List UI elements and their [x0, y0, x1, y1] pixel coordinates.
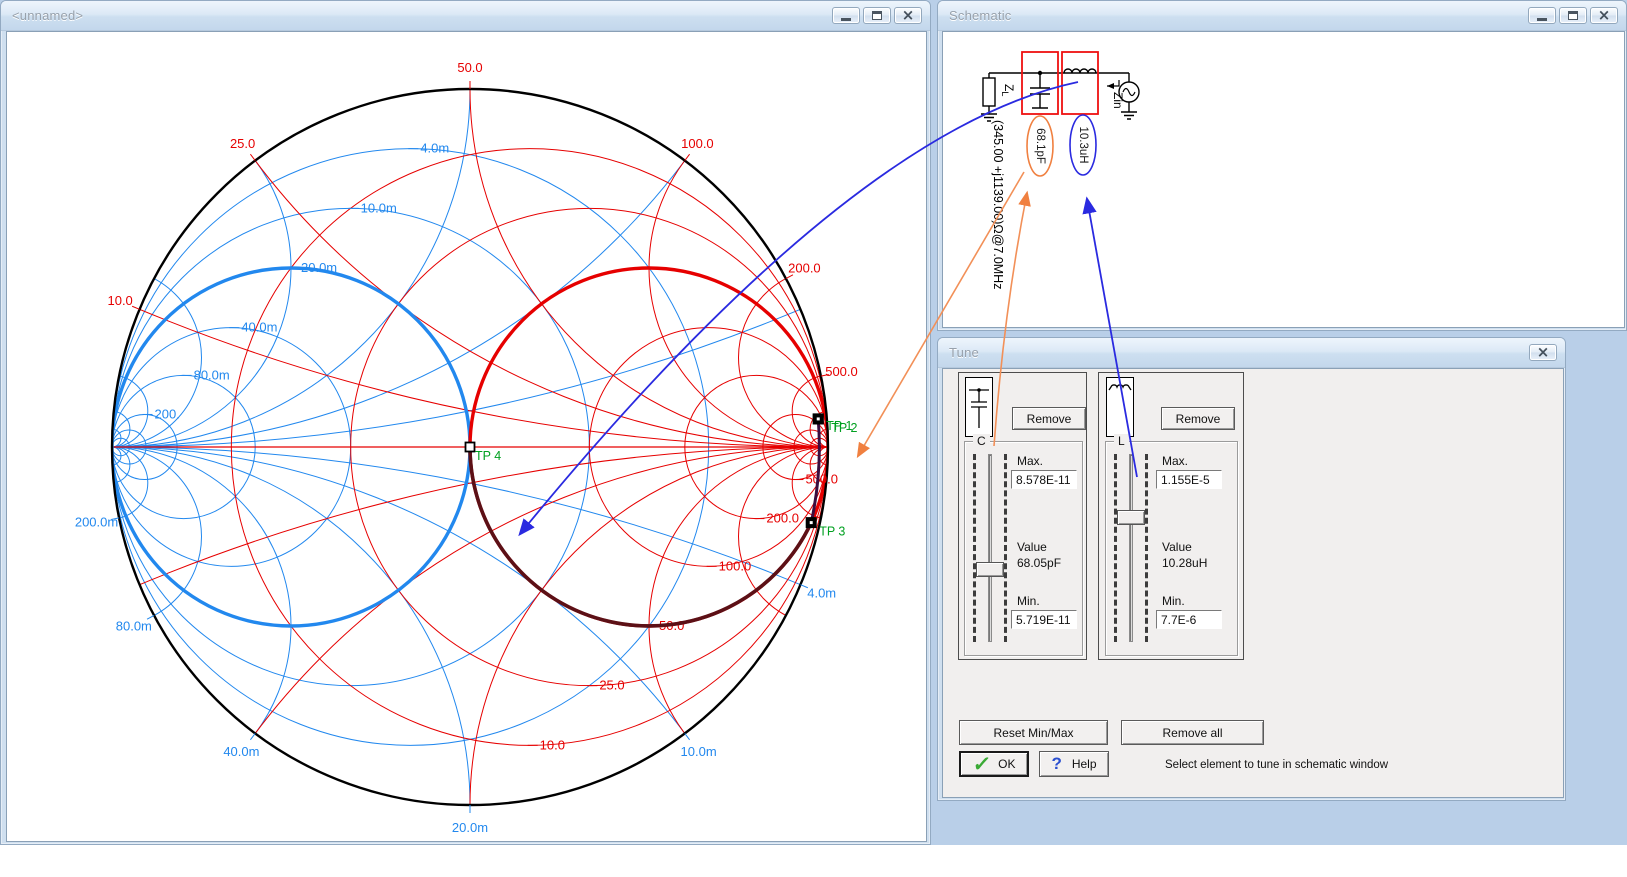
close-icon[interactable] [1590, 7, 1618, 24]
svg-text:TP 3: TP 3 [819, 525, 845, 539]
remove-inductor-button[interactable]: Remove [1161, 407, 1235, 430]
ok-button[interactable]: ✓ OK [959, 751, 1029, 777]
svg-text:40.0m: 40.0m [223, 744, 259, 759]
capacitor-slider[interactable] [971, 452, 1009, 644]
svg-text:80.0m: 80.0m [194, 367, 230, 382]
load-label: ZL [1000, 84, 1016, 96]
smith-chart-canvas[interactable]: 10.025.050.0100.0200.0500.010.025.050.01… [6, 31, 927, 842]
tune-window: Tune Remove C [937, 337, 1566, 801]
capacitor-group-label: C [973, 434, 990, 448]
wire-node [1038, 71, 1042, 75]
svg-text:40.0m: 40.0m [241, 320, 277, 335]
max-label: Max. [1017, 454, 1043, 468]
load-impedance-text: (345.00 +j1139.00)Ω@7.0MHz [991, 120, 1005, 289]
svg-text:10.0m: 10.0m [361, 200, 397, 215]
restore-icon[interactable] [863, 7, 891, 24]
desktop: <unnamed> 10.0 25.0 50.0 100.0 200.0 500.0 10.… [0, 0, 1627, 845]
inductor-callout-value: 10.3uH [1077, 126, 1089, 163]
capacitor-slider-thumb[interactable] [976, 562, 1004, 577]
inductor-value: 10.28uH [1162, 556, 1207, 570]
svg-text:500.0: 500.0 [825, 364, 858, 379]
remove-capacitor-button[interactable]: Remove [1012, 407, 1086, 430]
svg-text:200.0m: 200.0m [75, 514, 118, 529]
help-button[interactable]: ? Help [1039, 751, 1109, 777]
capacitor-group: C Max. 8.578E-11 Value 68.05pF Min. 5.71… [964, 441, 1083, 656]
schematic-window-title: Schematic [949, 8, 1012, 23]
inductor-slider[interactable] [1112, 452, 1150, 644]
inductor-group-label: L [1114, 434, 1129, 448]
svg-text:4.0m: 4.0m [807, 586, 836, 601]
zin-label: Zin [1111, 92, 1125, 109]
capacitor-max-input[interactable]: 8.578E-11 [1011, 470, 1077, 489]
capacitor-callout-value: 68.1pF [1034, 128, 1046, 164]
tune-window-titlebar[interactable]: Tune [938, 338, 1565, 368]
inductor-min-input[interactable]: 7.7E-6 [1156, 610, 1222, 629]
svg-text:500.0: 500.0 [805, 472, 838, 487]
svg-text:10.0: 10.0 [107, 293, 132, 308]
chart-window-title: <unnamed> [12, 8, 83, 23]
svg-text:10.0: 10.0 [540, 737, 565, 752]
remove-all-button[interactable]: Remove all [1121, 720, 1264, 745]
load-resistor-symbol [983, 78, 995, 106]
inductor-highlight-box [1062, 52, 1098, 114]
value-label: Value [1017, 540, 1047, 554]
value-label: Value [1162, 540, 1192, 554]
max-label: Max. [1162, 454, 1188, 468]
inductor-max-input[interactable]: 1.155E-5 [1156, 470, 1222, 489]
svg-text:100.0: 100.0 [681, 136, 714, 151]
close-icon[interactable] [894, 7, 922, 24]
inductor-group: L Max. 1.155E-5 Value 10.28uH Min. 7.7E-… [1105, 441, 1238, 656]
tune-window-title: Tune [949, 345, 979, 360]
tune-panel-inductor: Remove L Max. 1.155E-5 Value 10.28uH Min… [1098, 372, 1244, 660]
inductor-icon [1106, 377, 1134, 437]
reset-minmax-button[interactable]: Reset Min/Max [959, 720, 1108, 745]
schematic-drawing[interactable]: ZL Zin (345.00 +j1139.00)Ω@7.0MHz 68.1pF… [943, 32, 1626, 329]
svg-text:20.0m: 20.0m [452, 820, 488, 835]
svg-text:20.0m: 20.0m [301, 260, 337, 275]
svg-text:25.0: 25.0 [230, 136, 255, 151]
question-mark-icon: ? [1051, 754, 1061, 774]
capacitor-min-input[interactable]: 5.719E-11 [1011, 610, 1077, 629]
status-text: Select element to tune in schematic wind… [1165, 759, 1388, 771]
schematic-canvas[interactable]: ZL Zin (345.00 +j1139.00)Ω@7.0MHz 68.1pF… [942, 31, 1625, 328]
selected-element-boxes[interactable] [1022, 52, 1098, 114]
min-label: Min. [1162, 594, 1185, 608]
tune-panel-capacitor: Remove C Max. 8.578E-11 Value 68.05pF Mi… [958, 372, 1087, 660]
min-label: Min. [1017, 594, 1040, 608]
svg-text:100.0: 100.0 [719, 558, 752, 573]
tune-client: Remove C Max. 8.578E-11 Value 68.05pF Mi… [942, 368, 1564, 798]
smith-chart[interactable]: 10.025.050.0100.0200.0500.010.025.050.01… [7, 32, 938, 877]
svg-text:10.0m: 10.0m [681, 744, 717, 759]
schematic-window: Schematic [937, 0, 1627, 331]
minimize-icon[interactable] [1528, 7, 1556, 24]
capacitor-icon [965, 377, 993, 437]
svg-text:200.0: 200.0 [788, 261, 821, 276]
svg-text:TP 4: TP 4 [475, 449, 501, 463]
svg-text:TP 2: TP 2 [831, 421, 857, 435]
checkmark-icon: ✓ [971, 752, 992, 777]
svg-text:50.0: 50.0 [457, 60, 482, 75]
restore-icon[interactable] [1559, 7, 1587, 24]
svg-text:25.0: 25.0 [599, 678, 624, 693]
svg-text:200.0: 200.0 [766, 511, 799, 526]
smith-chart-window: <unnamed> 10.0 25.0 50.0 100.0 200.0 500.0 10.… [0, 0, 931, 845]
svg-text:4.0m: 4.0m [420, 141, 449, 156]
inductor-slider-thumb[interactable] [1117, 510, 1145, 525]
minimize-icon[interactable] [832, 7, 860, 24]
schematic-window-titlebar[interactable]: Schematic [938, 1, 1626, 31]
svg-text:200.: 200. [155, 406, 180, 421]
chart-window-titlebar[interactable]: <unnamed> [1, 1, 930, 31]
capacitor-value: 68.05pF [1017, 556, 1061, 570]
svg-text:80.0m: 80.0m [116, 618, 152, 633]
close-icon[interactable] [1529, 344, 1557, 361]
